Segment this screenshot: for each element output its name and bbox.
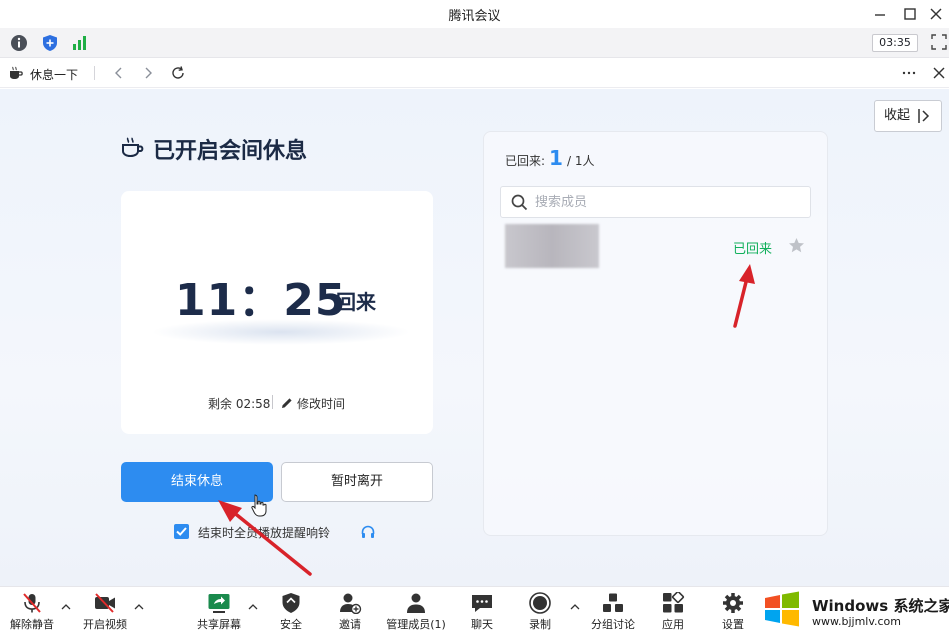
more-icon[interactable] — [901, 65, 917, 81]
minimize-button[interactable] — [870, 4, 890, 24]
invite-icon — [340, 593, 362, 614]
page-title: 已开启会间休息 — [153, 139, 308, 164]
watermark: Windows 系统之家 www.bjjmlv.com — [756, 586, 949, 634]
title-bar: 腾讯会议 — [0, 0, 949, 28]
timer-shadow — [151, 319, 411, 345]
pencil-icon[interactable] — [281, 397, 293, 409]
back-chevron-icon[interactable] — [111, 65, 127, 81]
headset-icon[interactable] — [360, 524, 376, 540]
toolbar-label: 聊天 — [471, 618, 493, 631]
start-video-button[interactable]: 开启视频 — [80, 592, 130, 632]
shield-icon — [282, 593, 300, 613]
forward-chevron-icon[interactable] — [140, 65, 156, 81]
video-off-icon — [95, 593, 115, 613]
return-suffix: 回来 — [336, 290, 376, 314]
settings-icon — [723, 593, 743, 613]
chevron-up-icon[interactable] — [61, 603, 71, 611]
refresh-icon[interactable] — [170, 65, 186, 81]
close-panel-icon[interactable] — [931, 65, 947, 81]
network-signal-icon[interactable] — [71, 34, 89, 52]
toolbar-label: 应用 — [662, 618, 684, 631]
fullscreen-icon[interactable] — [931, 34, 947, 50]
toolbar-label: 安全 — [280, 618, 302, 631]
timer-divider — [272, 395, 273, 409]
mouse-cursor-icon — [251, 494, 267, 517]
apps-button[interactable]: 应用 — [652, 592, 694, 632]
windows-logo-icon — [765, 591, 799, 627]
share-screen-button[interactable]: 共享屏幕 — [193, 592, 245, 632]
security-button[interactable]: 安全 — [270, 592, 312, 632]
chat-button[interactable]: 聊天 — [461, 592, 503, 632]
collapse-arrow-icon — [918, 109, 930, 123]
toolbar-label: 共享屏幕 — [197, 618, 241, 631]
coffee-cup-icon — [10, 66, 23, 79]
remaining-time: 剩余 02:58 — [208, 397, 271, 411]
checkmark-icon — [176, 527, 187, 536]
manage-members-button[interactable]: 管理成员(1) — [385, 592, 447, 632]
toolbar-label: 邀请 — [339, 618, 361, 631]
record-icon — [529, 592, 551, 614]
members-icon — [407, 593, 425, 613]
returned-label: 已回来: — [505, 154, 546, 168]
record-button[interactable]: 录制 — [519, 592, 561, 632]
breakout-icon — [603, 593, 623, 612]
watermark-url: www.bjjmlv.com — [812, 615, 901, 628]
annotation-arrow — [733, 264, 755, 328]
share-screen-icon — [208, 594, 230, 613]
total-members: / 1人 — [566, 154, 595, 168]
close-window-button[interactable] — [926, 4, 946, 24]
watermark-brand: Windows 系统之家 — [812, 597, 949, 615]
window-title: 腾讯会议 — [448, 9, 501, 24]
mic-muted-icon — [23, 593, 41, 613]
collapse-label: 收起 — [884, 108, 911, 123]
nav-divider — [94, 66, 95, 80]
member-search — [500, 186, 811, 218]
settings-button[interactable]: 设置 — [712, 592, 754, 632]
timer-card: 11：25 回来 剩余 02:58 修改时间 — [121, 191, 433, 434]
member-status: 已回来 — [733, 242, 773, 257]
break-nav-bar: 休息一下 — [0, 58, 949, 88]
chat-icon — [472, 595, 492, 612]
unmute-button[interactable]: 解除静音 — [7, 592, 57, 632]
returned-count: 已回来: 1/ 1人 — [505, 146, 594, 170]
maximize-icon — [904, 8, 916, 20]
search-input[interactable] — [535, 192, 795, 212]
meeting-clock: 03:35 — [872, 34, 918, 52]
edit-time-link[interactable]: 修改时间 — [297, 395, 345, 412]
chevron-up-icon[interactable] — [248, 603, 258, 611]
minimize-icon — [875, 14, 885, 16]
toolbar-label: 分组讨论 — [591, 618, 635, 631]
security-shield-icon[interactable] — [41, 34, 59, 52]
coffee-cup-icon — [122, 137, 144, 158]
break-main-area: 收起 已开启会间休息 11：25 回来 剩余 02:58 修改时间 结束休息 暂… — [0, 89, 949, 586]
toolbar-label: 设置 — [722, 618, 744, 631]
toolbar-label: 开启视频 — [83, 618, 127, 631]
maximize-button[interactable] — [900, 4, 920, 24]
chevron-up-icon[interactable] — [570, 603, 580, 611]
close-icon — [930, 8, 942, 20]
member-avatar-blurred — [505, 224, 599, 268]
breakout-rooms-button[interactable]: 分组讨论 — [588, 592, 638, 632]
search-icon — [511, 194, 528, 211]
collapse-button[interactable]: 收起 — [874, 100, 942, 132]
returned-number: 1 — [549, 146, 563, 170]
info-icon[interactable] — [10, 34, 28, 52]
status-bar: 03:35 — [0, 28, 949, 58]
invite-button[interactable]: 邀请 — [329, 592, 371, 632]
star-icon[interactable] — [788, 237, 805, 254]
nav-title: 休息一下 — [30, 68, 79, 82]
toolbar-label: 管理成员(1) — [386, 618, 446, 631]
toolbar-label: 录制 — [529, 618, 551, 631]
chevron-up-icon[interactable] — [134, 603, 144, 611]
apps-icon — [663, 592, 685, 613]
toolbar-label: 解除静音 — [10, 618, 54, 631]
members-panel: 已回来:1/ 1人 已回来 — [483, 131, 828, 536]
ring-reminder-checkbox[interactable] — [174, 524, 189, 539]
